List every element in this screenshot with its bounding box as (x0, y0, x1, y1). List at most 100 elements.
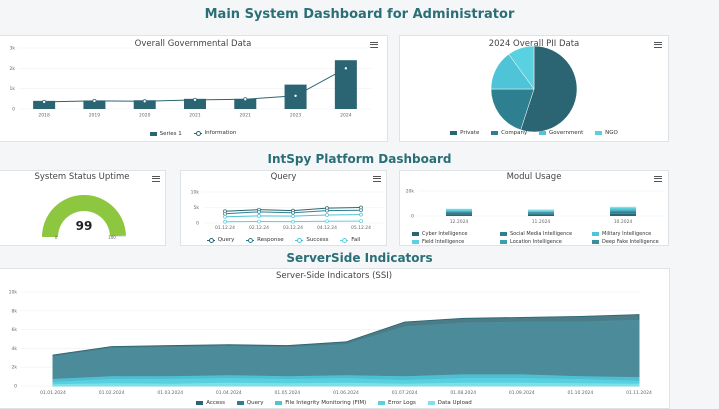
legend-fail[interactable]: Fail (340, 237, 360, 243)
series-point (223, 219, 227, 224)
stack-segment (610, 211, 636, 214)
y-tick-label: 1k (10, 86, 16, 92)
legend-data-upload[interactable]: Data Upload (427, 400, 472, 406)
y-tick-label: 4k (12, 346, 18, 352)
stack-segment (610, 206, 636, 208)
x-tick-label: 01.11.2024 (626, 390, 652, 396)
legend-error-logs[interactable]: Error Logs (378, 400, 416, 406)
x-tick-label: 2023 (290, 113, 302, 119)
legend-response[interactable]: Response (246, 237, 284, 243)
stack-segment (610, 210, 636, 212)
series-point (223, 214, 227, 219)
uptime-min: 0 (55, 235, 58, 240)
uptime-card: System Status Uptime 99 0 100 (0, 170, 166, 246)
legend-military-intelligence[interactable]: Military Intelligence (592, 231, 662, 237)
uptime-value: 99 (76, 219, 93, 233)
section-title-intspy: IntSpy Platform Dashboard (267, 152, 452, 166)
stack-segment (528, 210, 554, 212)
governmental-legend: Series 1 Information (0, 130, 387, 138)
information-point (42, 99, 47, 104)
series-point (291, 219, 295, 224)
y-tick-label: 20k (406, 189, 415, 195)
stack-segment (446, 212, 472, 215)
x-tick-label: 2018 (38, 113, 50, 119)
information-point (192, 97, 197, 102)
pii-data-card: 2024 Overall PII Data Private Company Go… (399, 35, 669, 142)
modul-usage-card: Modul Usage 20k 0 12.2024 11.2024 10.2024 Cy… (399, 170, 669, 246)
x-tick-label: 05.12.24 (351, 225, 371, 231)
x-tick-label: 01.04.2024 (216, 390, 242, 396)
information-point (293, 93, 298, 98)
x-tick-label: 11.2024 (532, 219, 551, 225)
legend-series-1[interactable]: Series 1 (149, 131, 182, 137)
stack-segment (610, 213, 636, 216)
legend-cyber-intelligence[interactable]: Cyber Intelligence (412, 231, 500, 237)
legend-field-intelligence[interactable]: Field Intelligence (412, 239, 500, 245)
y-tick-label: 2k (10, 66, 16, 72)
x-tick-label: 01.01.2024 (40, 390, 66, 396)
x-tick-label: 10.2024 (614, 219, 633, 225)
y-tick-label: 2k (12, 365, 18, 371)
stack-segment (610, 209, 636, 211)
legend-ssi-query[interactable]: Query (236, 400, 264, 406)
query-chart: 10k 5k 0 01.12.24 02.12.24 03.12.24 04.12.24 05… (191, 190, 383, 231)
y-tick-label: 0 (411, 214, 414, 220)
x-tick-label: 01.07.2024 (392, 390, 418, 396)
y-tick-label: 5k (194, 205, 200, 211)
page-title: Main System Dashboard for Administrator (204, 7, 515, 22)
information-point (142, 99, 147, 104)
y-tick-label: 0 (14, 384, 17, 390)
legend-deep-fake-intelligence[interactable]: Deep Fake Intelligence (592, 239, 662, 245)
stack-segment (528, 214, 554, 216)
legend-information[interactable]: Information (193, 130, 236, 136)
stack-segment (528, 211, 554, 213)
series-point (359, 208, 363, 213)
series-point (257, 219, 261, 224)
information-point (243, 97, 248, 102)
legend-access[interactable]: Access (196, 400, 225, 406)
pii-legend: Private Company Government NGO (400, 130, 668, 137)
x-tick-label: 2021 (240, 113, 252, 119)
y-tick-label: 10k (191, 190, 200, 196)
ssi-card: Server-Side Indicators (SSI) 10k 8k 6k 4k 2k… (0, 268, 670, 409)
x-tick-label: 2019 (89, 113, 101, 119)
legend-location-intelligence[interactable]: Location Intelligence (500, 239, 592, 245)
governmental-chart: 3k 2k 1k 0 2018 2019 2020 2021 2021 2023 2024 (10, 46, 371, 119)
legend-ngo[interactable]: NGO (595, 130, 618, 136)
legend-company[interactable]: Company (491, 130, 527, 136)
x-tick-label: 01.02.2024 (99, 390, 125, 396)
series-point (291, 210, 295, 215)
legend-government[interactable]: Government (539, 130, 583, 136)
series-point (291, 214, 295, 219)
x-tick-label: 2020 (139, 113, 151, 119)
series-point (359, 212, 363, 217)
series-point (325, 213, 329, 217)
series-point (257, 214, 261, 218)
series-point (359, 219, 363, 223)
stack-segment (446, 210, 472, 212)
legend-query[interactable]: Query (206, 237, 234, 243)
x-tick-label: 03.12.24 (283, 225, 303, 231)
series-point (325, 208, 329, 213)
y-tick-label: 0 (12, 107, 15, 113)
information-point (92, 98, 97, 103)
governmental-data-card: Overall Governmental Data 3k 2k 1k 0 2018 201… (0, 35, 388, 142)
y-tick-label: 3k (10, 46, 16, 52)
stack-segment (446, 208, 472, 210)
x-tick-label: 01.12.24 (215, 225, 235, 231)
x-tick-label: 01.10.2024 (568, 390, 594, 396)
stack-segment (528, 212, 554, 214)
pii-chart (490, 45, 578, 133)
stack-segment (610, 207, 636, 209)
x-tick-label: 01.06.2024 (333, 390, 359, 396)
legend-private[interactable]: Private (450, 130, 479, 136)
x-tick-label: 01.09.2024 (509, 390, 535, 396)
information-point (343, 66, 348, 71)
ssi-chart: 10k 8k 6k 4k 2k 0 01.01.2024 01.02.2024 01.03.20… (9, 290, 652, 397)
uptime-max: 100 (108, 235, 116, 240)
y-tick-label: 6k (12, 327, 18, 333)
legend-social-media-intelligence[interactable]: Social Media Intelligence (500, 231, 592, 237)
legend-success[interactable]: Success (295, 237, 328, 243)
stack-segment (528, 213, 554, 215)
legend-fim[interactable]: File Integrity Monitoring (FIM) (275, 400, 366, 406)
